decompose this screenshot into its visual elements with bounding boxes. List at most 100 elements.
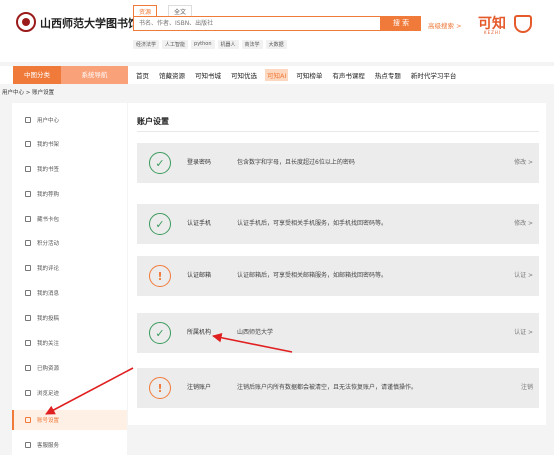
purchase-icon [25,365,31,371]
sidebar-item-label: 客服服务 [37,443,60,449]
setting-label: 注销账户 [187,384,212,391]
page-title: 账户设置 [137,117,169,126]
sidebar-item[interactable]: 我的评论 [12,258,127,278]
setting-row: ! 注销账户 注销后账户内所有数据都会被清空，且无法恢复账户，请谨慎操作。 注销 [137,368,539,408]
nav-system-button[interactable]: 系统导航 [61,66,128,84]
setting-description: 认证邮箱后，可享受相关邮箱服务，如邮箱找回密码等。 [237,272,388,279]
sidebar-item-label: 用户中心 [37,118,60,124]
nav-link[interactable]: 首页 [134,69,151,81]
sidebar-item-label: 账号设置 [37,418,60,424]
setting-label: 认证邮箱 [187,272,212,279]
nav-bar: 中图分类 系统导航 首页 馆藏资源 可知书城 可知优选 可知AI 可知榜单 有声书课程 热点专… [0,66,554,84]
setting-description: 注销后账户内所有数据都会被清空，且无法恢复账户，请谨慎操作。 [237,384,418,391]
sidebar-item[interactable]: 我的关注 [12,333,127,353]
nav-link[interactable]: 热点专题 [373,69,403,81]
nav-link[interactable]: 可知优选 [229,69,259,81]
sidebar-item-label: 已购资源 [37,366,60,372]
setting-label: 所属机构 [187,329,212,336]
sidebar-item-label: 我的关注 [37,341,60,347]
sidebar-item[interactable]: 我的书架 [12,134,127,154]
advanced-search-link[interactable]: 高级搜索 > [428,20,462,30]
title-divider [137,131,539,132]
nav-link[interactable]: 新时代学习平台 [409,69,459,81]
nav-link[interactable]: 可知榜单 [294,69,324,81]
hot-tag[interactable]: 机器人 [217,40,239,49]
setting-description: 包含数字和字母，且长度超过6位以上的密码 [237,159,355,166]
heart-icon [25,340,31,346]
hot-tag[interactable]: 人工智能 [162,40,189,49]
sidebar-item[interactable]: 账号设置 [12,410,127,430]
footprint-icon [25,390,31,396]
hot-tag[interactable]: python [191,40,215,49]
user-icon [25,117,31,123]
setting-action-link[interactable]: 认证 > [514,313,533,353]
sidebar-item-label: 我的荐购 [37,192,60,198]
check-circle-icon: ✓ [149,152,171,174]
nav-links: 首页 馆藏资源 可知书城 可知优选 可知AI 可知榜单 有声书课程 热点专题 新时代学习平台 [134,66,458,84]
nav-category-button[interactable]: 中图分类 [13,66,61,84]
nav-link[interactable]: 馆藏资源 [157,69,187,81]
setting-action-link[interactable]: 修改 > [514,204,533,244]
sidebar-item[interactable]: 我的消息 [12,283,127,303]
breadcrumb: 用户中心 > 账户设置 [2,90,55,96]
edit-icon [25,265,31,271]
sidebar-item-label: 积分活动 [37,241,60,247]
setting-action-link[interactable]: 修改 > [514,143,533,183]
sidebar-item[interactable]: 我的荐购 [12,184,127,204]
sidebar: 用户中心我的书架我的书签我的荐购藏书卡包积分活动我的评论我的消息我的投稿我的关注… [12,103,127,455]
sidebar-item[interactable]: 客服服务 [12,435,127,455]
check-circle-icon: ✓ [149,322,171,344]
bookmark-icon [25,166,31,172]
thumb-up-icon [25,191,31,197]
setting-label: 登录密码 [187,159,212,166]
search-box [133,16,381,31]
search-input[interactable] [134,17,380,30]
points-icon [25,240,31,246]
library-title: 山西师范大学图书馆 [40,17,139,30]
setting-label: 认证手机 [187,220,212,227]
sidebar-item-label: 我的消息 [37,291,60,297]
nav-link[interactable]: 可知AI [265,69,289,81]
nav-link[interactable]: 可知书城 [193,69,223,81]
sidebar-item[interactable]: 已购资源 [12,358,127,378]
setting-description: 山西师范大学 [237,329,274,336]
sidebar-item-label: 藏书卡包 [37,217,60,223]
hot-search-tags: 经济法学 人工智能 python 机器人 商法学 大数据 [133,40,287,49]
setting-action-link[interactable]: 注销 [521,368,533,408]
setting-description: 认证手机后，可享受相关手机服务，如手机找回密码等。 [237,220,388,227]
hot-tag[interactable]: 商法学 [241,40,263,49]
account-settings-panel: 账户设置 ✓ 登录密码 包含数字和字母，且长度超过6位以上的密码 修改 > ✓ 认证手机认… [128,103,546,425]
warning-circle-icon: ! [149,377,171,399]
setting-row: ! 认证邮箱 认证邮箱后，可享受相关邮箱服务，如邮箱找回密码等。 认证 > [137,256,539,296]
hot-tag[interactable]: 大数据 [265,40,287,49]
message-icon [25,290,31,296]
bookshelf-icon [25,141,31,147]
sidebar-item[interactable]: 积分活动 [12,233,127,253]
card-icon [25,216,31,222]
mail-icon [25,315,31,321]
university-seal-icon [16,12,36,32]
nav-link[interactable]: 有声书课程 [330,69,367,81]
sidebar-item[interactable]: 我的投稿 [12,308,127,328]
header: 山西师范大学图书馆 资源 全文 搜 索 高级搜索 > 可知 KEZHI 经济法学… [0,0,554,62]
hot-tag[interactable]: 经济法学 [133,40,160,49]
sidebar-item[interactable]: 藏书卡包 [12,209,127,229]
setting-row: ✓ 认证手机 认证手机后，可享受相关手机服务，如手机找回密码等。 修改 > [137,204,539,244]
check-circle-icon: ✓ [149,213,171,235]
logo-cup-icon [514,15,532,33]
sidebar-item[interactable]: 用户中心 [12,110,127,130]
setting-row: ✓ 所属机构 山西师范大学 认证 > [137,313,539,353]
warning-circle-icon: ! [149,265,171,287]
setting-row: ✓ 登录密码 包含数字和字母，且长度超过6位以上的密码 修改 > [137,143,539,183]
setting-action-link[interactable]: 认证 > [514,256,533,296]
sidebar-item-label: 我的投稿 [37,316,60,322]
gear-icon [25,417,31,423]
search-button[interactable]: 搜 索 [381,16,421,31]
sidebar-item[interactable]: 我的书签 [12,159,127,179]
service-icon [25,442,31,448]
kezhi-logo[interactable]: 可知 KEZHI [478,11,533,37]
logo-subtext: KEZHI [484,30,502,35]
sidebar-item-label: 我的评论 [37,266,60,272]
sidebar-item-label: 我的书签 [37,167,60,173]
sidebar-item[interactable]: 浏览足迹 [12,383,127,403]
